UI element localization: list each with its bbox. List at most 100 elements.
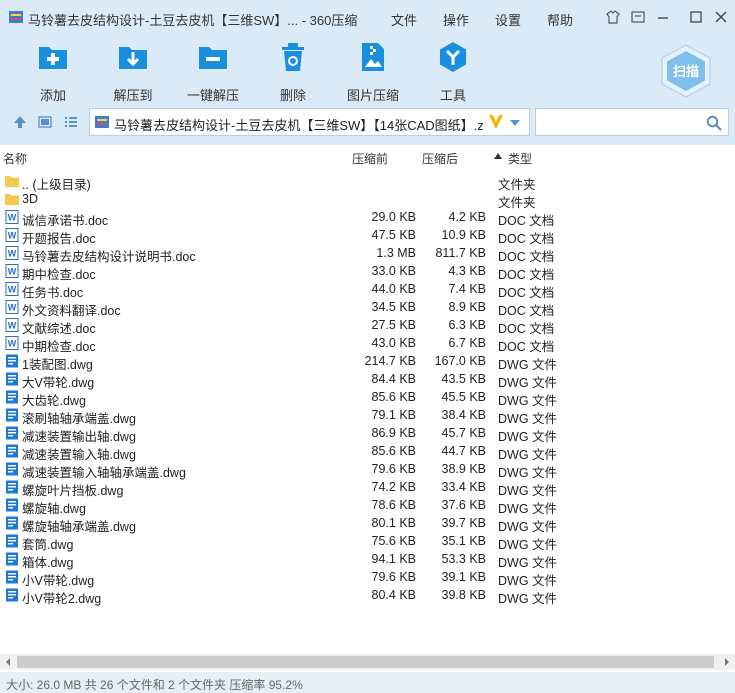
- file-compressed-size: 35.1 KB: [441, 534, 486, 548]
- one-click-extract-button[interactable]: 一键解压: [183, 40, 243, 103]
- delete-button[interactable]: 删除: [263, 40, 323, 103]
- file-compressed-size: 39.1 KB: [441, 570, 486, 584]
- file-row[interactable]: 小V带轮.dwg 79.6 KB 39.1 KB DWG 文件: [0, 568, 735, 588]
- delete-icon: [282, 43, 304, 71]
- search-input[interactable]: [536, 109, 708, 135]
- file-compressed-size: 33.4 KB: [441, 480, 486, 494]
- file-compressed-size: 38.4 KB: [441, 408, 486, 422]
- search-icon[interactable]: [706, 115, 722, 131]
- file-row[interactable]: 1装配图.dwg 214.7 KB 167.0 KB DWG 文件: [0, 352, 735, 372]
- file-compressed-size: 53.3 KB: [441, 552, 486, 566]
- file-row[interactable]: 减速装置输入轴轴承端盖.dwg 79.6 KB 38.9 KB DWG 文件: [0, 460, 735, 480]
- menu-help[interactable]: 帮助: [547, 10, 573, 29]
- file-row[interactable]: W 任务书.doc 44.0 KB 7.4 KB DOC 文档: [0, 280, 735, 300]
- search-box[interactable]: [535, 108, 729, 136]
- file-row[interactable]: W 马铃薯去皮结构设计说明书.doc 1.3 MB 811.7 KB DOC 文档: [0, 244, 735, 264]
- file-compressed-size: 39.8 KB: [441, 588, 486, 602]
- thumbnail-view-icon[interactable]: [38, 115, 52, 129]
- svg-text:W: W: [8, 285, 17, 295]
- file-row[interactable]: 3D 文件夹: [0, 190, 735, 210]
- feedback-icon[interactable]: [630, 9, 646, 25]
- extract-to-label: 解压到: [113, 88, 153, 103]
- file-row[interactable]: W 诚信承诺书.doc 29.0 KB 4.2 KB DOC 文档: [0, 208, 735, 228]
- horizontal-scrollbar[interactable]: [0, 654, 735, 670]
- one-click-extract-icon: [199, 47, 227, 69]
- extract-to-icon: [119, 47, 147, 69]
- dwg-file-icon: [6, 444, 18, 458]
- verify-v-icon[interactable]: [488, 113, 504, 131]
- file-row[interactable]: 螺旋轴轴承端盖.dwg 80.1 KB 39.7 KB DWG 文件: [0, 514, 735, 534]
- chevron-down-icon[interactable]: [508, 118, 522, 128]
- scroll-left-icon[interactable]: [4, 658, 12, 666]
- folder-icon: [5, 176, 19, 187]
- file-row[interactable]: 套筒.dwg 75.6 KB 35.1 KB DWG 文件: [0, 532, 735, 552]
- path-text: 马铃薯去皮结构设计-土豆去皮机【三维SW】【14张CAD图纸】.zip\: [114, 118, 484, 133]
- scroll-right-icon[interactable]: [723, 658, 731, 666]
- add-button[interactable]: 添加: [23, 40, 83, 103]
- scan-label: 扫描: [673, 64, 699, 79]
- column-name[interactable]: 名称: [3, 150, 27, 167]
- app-logo-icon: [9, 11, 23, 23]
- svg-text:W: W: [8, 213, 17, 223]
- file-row[interactable]: 滚刷轴轴承端盖.dwg 79.1 KB 38.4 KB DWG 文件: [0, 406, 735, 426]
- svg-text:W: W: [8, 321, 17, 331]
- tools-button[interactable]: 工具: [423, 40, 483, 103]
- file-row[interactable]: 减速装置输出轴.dwg 86.9 KB 45.7 KB DWG 文件: [0, 424, 735, 444]
- svg-text:W: W: [8, 231, 17, 241]
- file-row[interactable]: W 中期检查.doc 43.0 KB 6.7 KB DOC 文档: [0, 334, 735, 354]
- scrollbar-thumb[interactable]: [17, 656, 714, 668]
- dwg-file-icon: [6, 588, 18, 602]
- column-compressed-size[interactable]: 压缩后: [422, 150, 458, 167]
- file-compressed-size: 6.3 KB: [448, 318, 486, 332]
- file-row[interactable]: 减速装置输入轴.dwg 85.6 KB 44.7 KB DWG 文件: [0, 442, 735, 462]
- svg-text:W: W: [8, 267, 17, 277]
- file-compressed-size: 37.6 KB: [441, 498, 486, 512]
- file-row[interactable]: 小V带轮2.dwg 80.4 KB 39.8 KB DWG 文件: [0, 586, 735, 606]
- minimize-icon[interactable]: [655, 9, 671, 25]
- skin-icon[interactable]: [605, 9, 621, 25]
- dwg-file-icon: [6, 390, 18, 404]
- file-compressed-size: 44.7 KB: [441, 444, 486, 458]
- file-row[interactable]: W 外文资料翻译.doc 34.5 KB 8.9 KB DOC 文档: [0, 298, 735, 318]
- window-title: 马铃薯去皮结构设计-土豆去皮机【三维SW】... - 360压缩: [28, 13, 358, 28]
- column-original-size[interactable]: 压缩前: [352, 150, 388, 167]
- file-row[interactable]: W 期中检查.doc 33.0 KB 4.3 KB DOC 文档: [0, 262, 735, 282]
- extract-to-button[interactable]: 解压到: [103, 40, 163, 103]
- path-field[interactable]: 马铃薯去皮结构设计-土豆去皮机【三维SW】【14张CAD图纸】.zip\: [89, 108, 530, 136]
- file-name: 3D: [22, 192, 38, 206]
- column-type[interactable]: 类型: [508, 150, 532, 167]
- close-icon[interactable]: [713, 9, 729, 25]
- file-row[interactable]: W 开题报告.doc 47.5 KB 10.9 KB DOC 文档: [0, 226, 735, 246]
- list-view-icon[interactable]: [64, 115, 78, 129]
- file-row[interactable]: 大齿轮.dwg 85.6 KB 45.5 KB DWG 文件: [0, 388, 735, 408]
- doc-file-icon: W: [5, 264, 19, 278]
- file-row[interactable]: 箱体.dwg 94.1 KB 53.3 KB DWG 文件: [0, 550, 735, 570]
- file-row[interactable]: .. (上级目录) 文件夹: [0, 172, 735, 192]
- menu-operation[interactable]: 操作: [443, 10, 469, 29]
- up-arrow-icon[interactable]: [13, 115, 27, 129]
- file-row[interactable]: 螺旋叶片挡板.dwg 74.2 KB 33.4 KB DWG 文件: [0, 478, 735, 498]
- zip-archive-icon: [95, 116, 109, 128]
- file-row[interactable]: 螺旋轴.dwg 78.6 KB 37.6 KB DWG 文件: [0, 496, 735, 516]
- doc-file-icon: W: [5, 336, 19, 350]
- image-compress-button[interactable]: 图片压缩: [343, 40, 403, 103]
- title-bar: 马铃薯去皮结构设计-土豆去皮机【三维SW】... - 360压缩 文件 操作 设…: [0, 0, 735, 34]
- file-row[interactable]: 大V带轮.dwg 84.4 KB 43.5 KB DWG 文件: [0, 370, 735, 390]
- menu-file[interactable]: 文件: [391, 10, 417, 29]
- menu-settings[interactable]: 设置: [495, 10, 521, 29]
- image-compress-label: 图片压缩: [346, 88, 399, 103]
- svg-text:W: W: [8, 339, 17, 349]
- doc-file-icon: W: [5, 318, 19, 332]
- scan-button[interactable]: 扫描: [658, 43, 714, 99]
- add-icon: [39, 47, 67, 69]
- tools-icon: [440, 42, 466, 72]
- file-name: 小V带轮2.dwg: [22, 592, 102, 606]
- file-compressed-size: 811.7 KB: [435, 246, 486, 260]
- dwg-file-icon: [6, 498, 18, 512]
- svg-text:W: W: [8, 249, 17, 259]
- file-row[interactable]: W 文献综述.doc 27.5 KB 6.3 KB DOC 文档: [0, 316, 735, 336]
- doc-file-icon: W: [5, 246, 19, 260]
- file-compressed-size: 45.7 KB: [441, 426, 486, 440]
- maximize-icon[interactable]: [688, 9, 704, 25]
- file-compressed-size: 45.5 KB: [441, 390, 486, 404]
